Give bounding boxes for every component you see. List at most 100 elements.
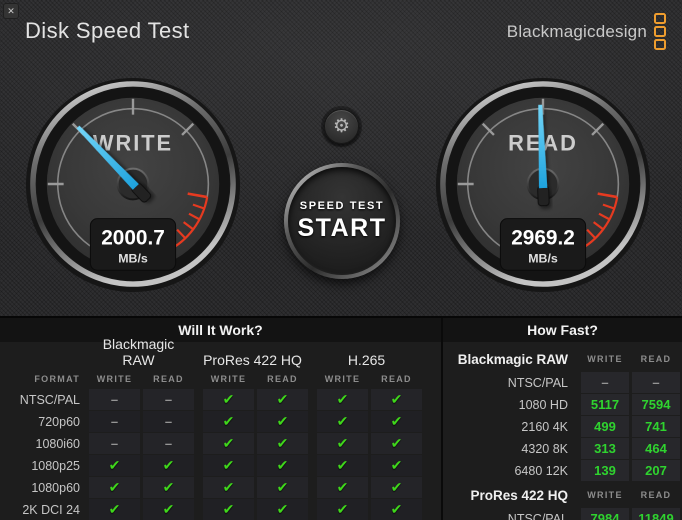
start-button-face: SPEED TEST START bbox=[288, 167, 396, 275]
column-header-format: FORMAT bbox=[0, 374, 86, 384]
format-label: 1080p25 bbox=[0, 459, 86, 473]
status-cell-check: ✔ bbox=[257, 455, 308, 476]
will-it-work-table: NTSC/PAL––✔✔✔✔720p60––✔✔✔✔1080i60––✔✔✔✔1… bbox=[0, 389, 441, 520]
disk-speed-test-window: ✕ Disk Speed Test Blackmagicdesign bbox=[0, 0, 682, 520]
status-cell-check: ✔ bbox=[203, 389, 254, 410]
status-cell-check: ✔ bbox=[89, 455, 140, 476]
page-title: Disk Speed Test bbox=[25, 18, 190, 44]
format-label: 4320 8K bbox=[443, 442, 578, 456]
value-cell-write: 139 bbox=[581, 460, 629, 481]
value-cell-read: 741 bbox=[632, 416, 680, 437]
status-cell-check: ✔ bbox=[257, 433, 308, 454]
start-button[interactable]: SPEED TEST START bbox=[284, 163, 400, 279]
status-cell-check: ✔ bbox=[203, 477, 254, 498]
brand-logo-text: Blackmagicdesign bbox=[507, 22, 647, 42]
status-cell-check: ✔ bbox=[371, 477, 422, 498]
brand-logo: Blackmagicdesign bbox=[507, 13, 666, 50]
table-section-header: Blackmagic RAWWRITEREAD bbox=[443, 349, 682, 369]
table-row: 4320 8K313464 bbox=[443, 438, 682, 459]
format-label: 1080p60 bbox=[0, 481, 86, 495]
column-header-read: READ bbox=[371, 374, 422, 384]
table-row: NTSC/PAL––✔✔✔✔ bbox=[0, 389, 441, 410]
value-cell-read: 207 bbox=[632, 460, 680, 481]
status-cell-dash: – bbox=[89, 411, 140, 432]
will-it-work-panel: Will It Work? Blackmagic RAW ProRes 422 … bbox=[0, 318, 443, 520]
status-cell-check: ✔ bbox=[371, 411, 422, 432]
table-row: NTSC/PAL798411849 bbox=[443, 508, 682, 520]
column-header-write: WRITE bbox=[581, 354, 629, 364]
status-cell-check: ✔ bbox=[89, 477, 140, 498]
how-fast-panel: How Fast? Blackmagic RAWWRITEREAD NTSC/PA… bbox=[443, 318, 682, 520]
status-cell-check: ✔ bbox=[371, 455, 422, 476]
dashboard-area: ✕ Disk Speed Test Blackmagicdesign bbox=[0, 0, 682, 316]
value-cell-write: 7984 bbox=[581, 508, 629, 520]
value-cell-read: 7594 bbox=[632, 394, 680, 415]
status-cell-check: ✔ bbox=[371, 433, 422, 454]
format-label: 720p60 bbox=[0, 415, 86, 429]
value-cell-write: – bbox=[581, 372, 629, 393]
read-speed-value: 2969.2 bbox=[511, 226, 575, 249]
blackmagic-logo-icon bbox=[654, 13, 666, 50]
write-speed-value: 2000.7 bbox=[101, 226, 165, 249]
status-cell-check: ✔ bbox=[371, 389, 422, 410]
codec-header-prores: ProRes 422 HQ bbox=[200, 352, 305, 368]
status-cell-check: ✔ bbox=[203, 455, 254, 476]
status-cell-dash: – bbox=[143, 433, 194, 454]
column-header-write: WRITE bbox=[581, 490, 629, 500]
column-header-write: WRITE bbox=[89, 374, 140, 384]
format-label: 6480 12K bbox=[443, 464, 578, 478]
value-cell-write: 313 bbox=[581, 438, 629, 459]
table-row: NTSC/PAL–– bbox=[443, 372, 682, 393]
column-header-read: READ bbox=[632, 490, 680, 500]
table-row: 6480 12K139207 bbox=[443, 460, 682, 481]
write-speed-unit: MB/s bbox=[118, 251, 148, 265]
table-row: 720p60––✔✔✔✔ bbox=[0, 411, 441, 432]
format-label: NTSC/PAL bbox=[443, 512, 578, 520]
status-cell-check: ✔ bbox=[317, 455, 368, 476]
status-cell-check: ✔ bbox=[143, 499, 194, 520]
settings-button[interactable]: ⚙ bbox=[324, 109, 359, 144]
will-it-work-title: Will It Work? bbox=[0, 318, 441, 342]
status-cell-check: ✔ bbox=[89, 499, 140, 520]
value-cell-read: – bbox=[632, 372, 680, 393]
read-gauge: READ 2969.2 MB/s bbox=[434, 75, 652, 293]
column-header-row: FORMAT WRITE READ WRITE READ WRITE READ bbox=[0, 371, 441, 386]
status-cell-check: ✔ bbox=[257, 477, 308, 498]
table-row: 2K DCI 24✔✔✔✔✔✔ bbox=[0, 499, 441, 520]
column-header-read: READ bbox=[632, 354, 680, 364]
status-cell-dash: – bbox=[143, 389, 194, 410]
status-cell-check: ✔ bbox=[257, 499, 308, 520]
status-cell-dash: – bbox=[89, 389, 140, 410]
codec-header-row: Blackmagic RAW ProRes 422 HQ H.265 bbox=[0, 349, 441, 368]
start-button-title: START bbox=[298, 214, 387, 243]
format-label: 1080i60 bbox=[0, 437, 86, 451]
status-cell-check: ✔ bbox=[257, 389, 308, 410]
how-fast-table: Blackmagic RAWWRITEREADNTSC/PAL––1080 HD… bbox=[443, 342, 682, 520]
table-row: 1080 HD51177594 bbox=[443, 394, 682, 415]
status-cell-check: ✔ bbox=[143, 477, 194, 498]
gear-icon: ⚙ bbox=[333, 116, 350, 137]
start-button-subtitle: SPEED TEST bbox=[300, 200, 384, 212]
status-cell-check: ✔ bbox=[143, 455, 194, 476]
table-row: 2160 4K499741 bbox=[443, 416, 682, 437]
format-label: 1080 HD bbox=[443, 398, 578, 412]
status-cell-check: ✔ bbox=[317, 499, 368, 520]
value-cell-write: 499 bbox=[581, 416, 629, 437]
column-header-write: WRITE bbox=[317, 374, 368, 384]
close-button[interactable]: ✕ bbox=[3, 3, 19, 19]
codec-header-h265: H.265 bbox=[314, 352, 419, 368]
how-fast-title: How Fast? bbox=[443, 318, 682, 342]
status-cell-dash: – bbox=[143, 411, 194, 432]
format-label: NTSC/PAL bbox=[443, 376, 578, 390]
status-cell-check: ✔ bbox=[203, 411, 254, 432]
status-cell-check: ✔ bbox=[317, 433, 368, 454]
value-cell-write: 5117 bbox=[581, 394, 629, 415]
status-cell-dash: – bbox=[89, 433, 140, 454]
format-label: 2K DCI 24 bbox=[0, 503, 86, 517]
codec-header-blackmagic-raw: Blackmagic RAW bbox=[86, 336, 191, 368]
write-gauge: WRITE 2000.7 MB/s bbox=[24, 75, 242, 293]
value-cell-read: 464 bbox=[632, 438, 680, 459]
table-section-header: ProRes 422 HQWRITEREAD bbox=[443, 485, 682, 505]
column-header-read: READ bbox=[143, 374, 194, 384]
table-row: 1080i60––✔✔✔✔ bbox=[0, 433, 441, 454]
